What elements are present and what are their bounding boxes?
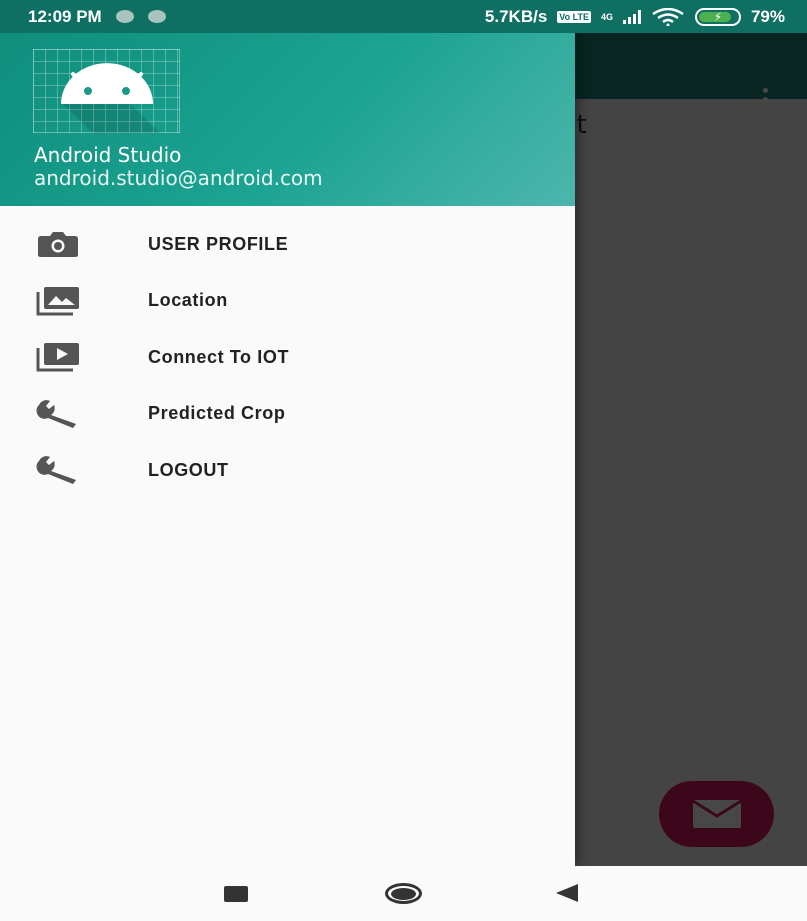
drawer-menu: USER PROFILE Location Connect To IOT Pre… [0,216,575,499]
signal-icon [622,9,641,24]
notification-icon [115,10,134,23]
battery-percent: 79% [750,6,785,26]
home-button[interactable] [385,883,422,904]
status-bar: 12:09 PM 5.7KB/s Vo LTE 4G ⚡ 79% [0,0,807,33]
menu-item-connect-iot[interactable]: Connect To IOT [0,329,575,386]
slideshow-icon [35,342,81,372]
gallery-icon [35,286,81,316]
system-nav-bar [0,866,807,921]
header-user-name: Android Studio [34,143,182,167]
notification-icon [147,10,166,23]
menu-item-location[interactable]: Location [0,273,575,330]
header-user-email: android.studio@android.com [34,166,323,190]
net-type: 4G [600,11,613,22]
menu-item-label: Location [148,290,228,311]
menu-item-label: LOGOUT [148,459,229,480]
back-button[interactable] [556,884,578,902]
drawer-header: Android Studio android.studio@android.co… [0,33,575,206]
volte-icon: Vo LTE [557,10,591,23]
menu-item-label: Connect To IOT [148,346,290,367]
battery-icon: ⚡ [694,7,741,26]
recents-button[interactable] [224,886,248,902]
menu-item-label: Predicted Crop [148,403,286,424]
menu-item-predicted-crop[interactable]: Predicted Crop [0,386,575,443]
menu-item-logout[interactable]: LOGOUT [0,442,575,499]
navigation-drawer: Android Studio android.studio@android.co… [0,0,575,866]
wrench-icon [35,455,81,485]
menu-item-user-profile[interactable]: USER PROFILE [0,216,575,273]
wrench-icon [35,399,81,429]
android-icon [32,48,181,134]
net-speed: 5.7KB/s [484,6,548,26]
camera-icon [35,229,81,259]
wifi-icon [652,7,684,26]
menu-item-label: USER PROFILE [148,233,289,254]
status-time: 12:09 PM [28,6,102,26]
